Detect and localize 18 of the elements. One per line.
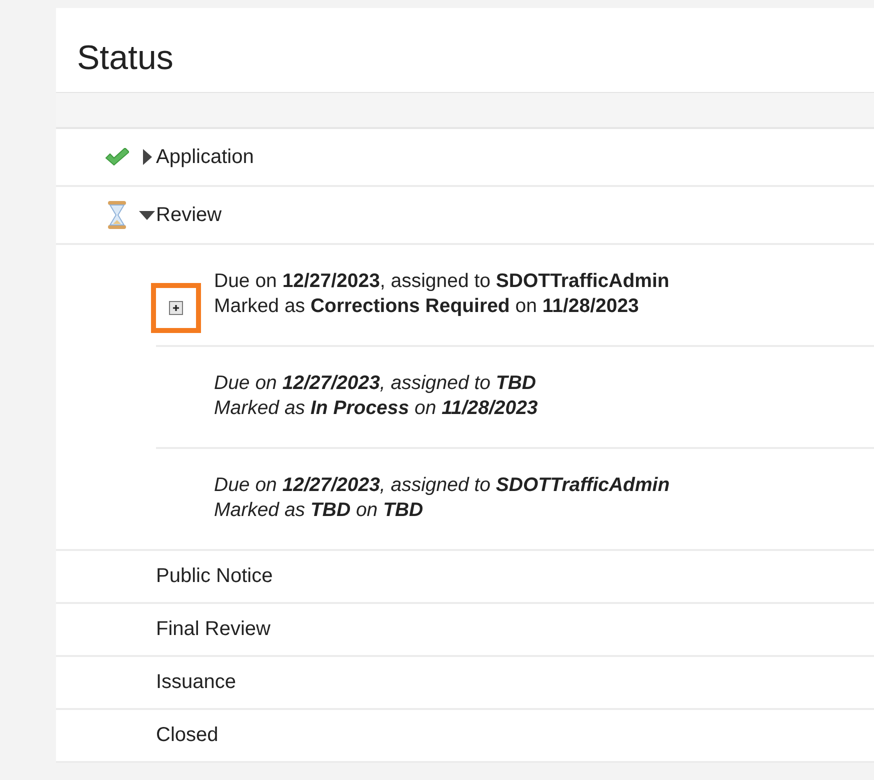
task-detail: Due on 12/27/2023, assigned to SDOTTrafficAdmin xyxy=(214,473,670,498)
task-detail: Due on 12/27/2023, assigned to TBD xyxy=(214,371,537,396)
stage-label: Public Notice xyxy=(156,565,273,588)
task-detail: Marked as Corrections Required on 11/28/2023 xyxy=(214,294,640,319)
expand-button[interactable] xyxy=(166,298,186,318)
stage-label: Closed xyxy=(156,724,218,747)
hourglass-icon xyxy=(106,201,128,229)
stage-label: Issuance xyxy=(156,671,236,694)
stage-label: Final Review xyxy=(156,618,270,641)
stage-label: Review xyxy=(156,204,222,226)
expand-arrow-icon[interactable] xyxy=(142,149,152,165)
plus-icon xyxy=(169,301,183,315)
task-detail: Marked as TBD on TBD xyxy=(214,498,424,523)
collapse-arrow-icon[interactable] xyxy=(139,210,155,220)
stage-label: Application xyxy=(156,146,254,168)
check-icon xyxy=(105,148,129,166)
task-detail: Marked as In Process on 11/28/2023 xyxy=(214,396,538,421)
task-detail: Due on 12/27/2023, assigned to SDOTTrafficAdmin xyxy=(214,269,670,294)
